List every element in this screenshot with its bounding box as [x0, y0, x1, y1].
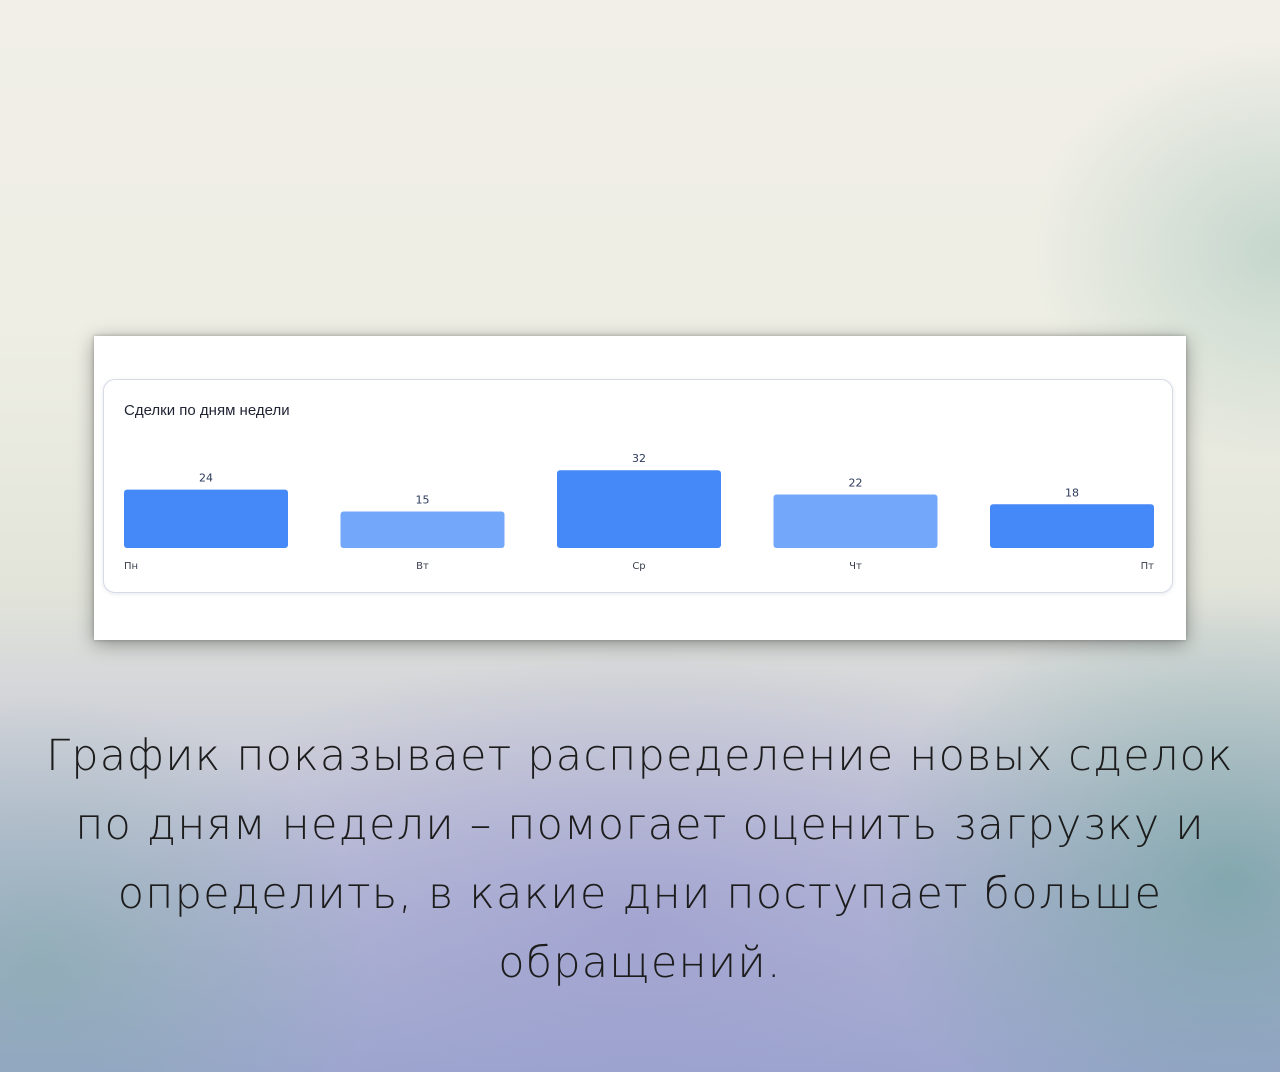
chart-card: Сделки по дням недели 24 Пн 15 Вт 32 Ср 22 Чт 18… — [103, 379, 1173, 593]
bar-value-label-0: 24 — [199, 472, 213, 485]
bar-value-label-1: 15 — [416, 494, 430, 507]
bar-4[interactable] — [990, 504, 1154, 548]
category-label-2: Ср — [632, 561, 645, 572]
bar-1[interactable] — [340, 511, 505, 548]
bar-value-label-3: 22 — [849, 477, 863, 490]
bar-value-label-4: 18 — [1065, 486, 1079, 499]
bar-value-label-2: 32 — [632, 452, 646, 465]
screenshot-panel: Сделки по дням недели 24 Пн 15 Вт 32 Ср 22 Чт 18… — [94, 336, 1186, 640]
category-label-1: Вт — [416, 561, 429, 572]
category-label-4: Пт — [1141, 561, 1155, 572]
bar-chart: 24 Пн 15 Вт 32 Ср 22 Чт 18 Пт — [124, 452, 1155, 572]
bar-0[interactable] — [124, 489, 288, 548]
bar-3[interactable] — [773, 494, 938, 548]
category-label-3: Чт — [849, 561, 862, 572]
bar-2[interactable] — [557, 470, 721, 548]
category-label-0: Пн — [124, 561, 138, 572]
caption-text: График показывает распределение новых сд… — [46, 731, 1234, 988]
